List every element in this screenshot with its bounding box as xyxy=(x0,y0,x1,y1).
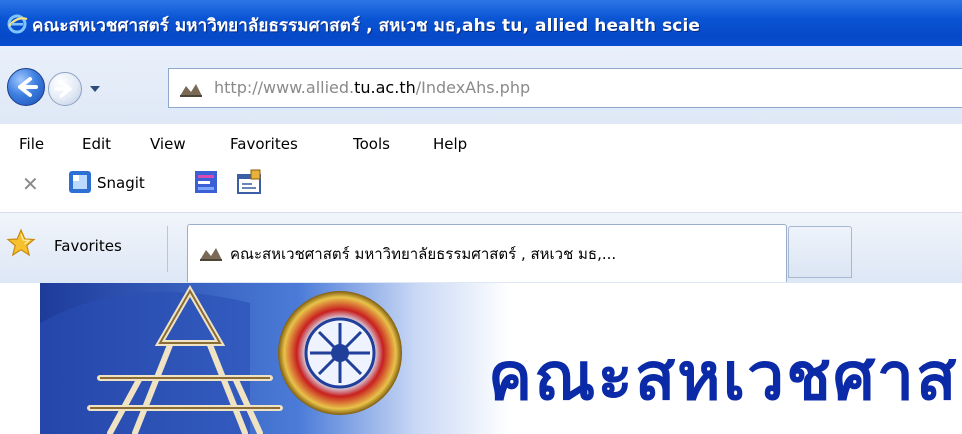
url-prefix: http://www.allied. xyxy=(214,78,355,97)
window-title: คณะสหเวชศาสตร์ มหาวิทยาลัยธรรมศาสตร์ , ส… xyxy=(32,16,701,36)
tab-title[interactable]: คณะสหเวชศาสตร์ มหาวิทยาลัยธรรมศาสตร์ , ส… xyxy=(230,242,616,266)
url-text[interactable]: http://www.allied.tu.ac.th/IndexAhs.php xyxy=(214,78,530,97)
url-domain: tu.ac.th xyxy=(354,78,416,97)
stop-icon[interactable]: ✕ xyxy=(22,172,39,196)
university-banner-image xyxy=(40,283,510,434)
snagit-label[interactable]: Snagit xyxy=(97,174,145,192)
menu-favorites[interactable]: Favorites xyxy=(230,135,298,153)
menu-bar xyxy=(0,124,962,163)
menu-edit[interactable]: Edit xyxy=(82,135,111,153)
forward-button[interactable] xyxy=(48,72,82,106)
internet-explorer-icon xyxy=(7,14,28,34)
menu-tools[interactable]: Tools xyxy=(353,135,390,153)
favorites-button[interactable]: Favorites xyxy=(54,237,122,255)
forward-arrow-icon xyxy=(54,80,72,98)
url-path: /IndexAhs.php xyxy=(415,78,531,97)
snagit-icon[interactable] xyxy=(68,170,92,194)
toolbar-app-icon[interactable] xyxy=(194,170,218,194)
menu-file[interactable]: File xyxy=(19,135,44,153)
back-arrow-icon xyxy=(18,77,38,97)
history-dropdown-icon[interactable] xyxy=(88,84,102,94)
menu-view[interactable]: View xyxy=(150,135,186,153)
menu-help[interactable]: Help xyxy=(433,135,467,153)
toolbar-document-icon[interactable] xyxy=(235,169,263,195)
favorites-star-icon[interactable] xyxy=(6,228,36,258)
back-button[interactable] xyxy=(7,68,45,106)
toolbar-separator xyxy=(167,226,168,272)
new-tab-button[interactable] xyxy=(788,226,852,278)
tab-favicon-icon xyxy=(200,248,222,261)
banner-title: คณะสหเวชศาส xyxy=(488,338,959,415)
site-favicon-icon xyxy=(180,84,202,97)
